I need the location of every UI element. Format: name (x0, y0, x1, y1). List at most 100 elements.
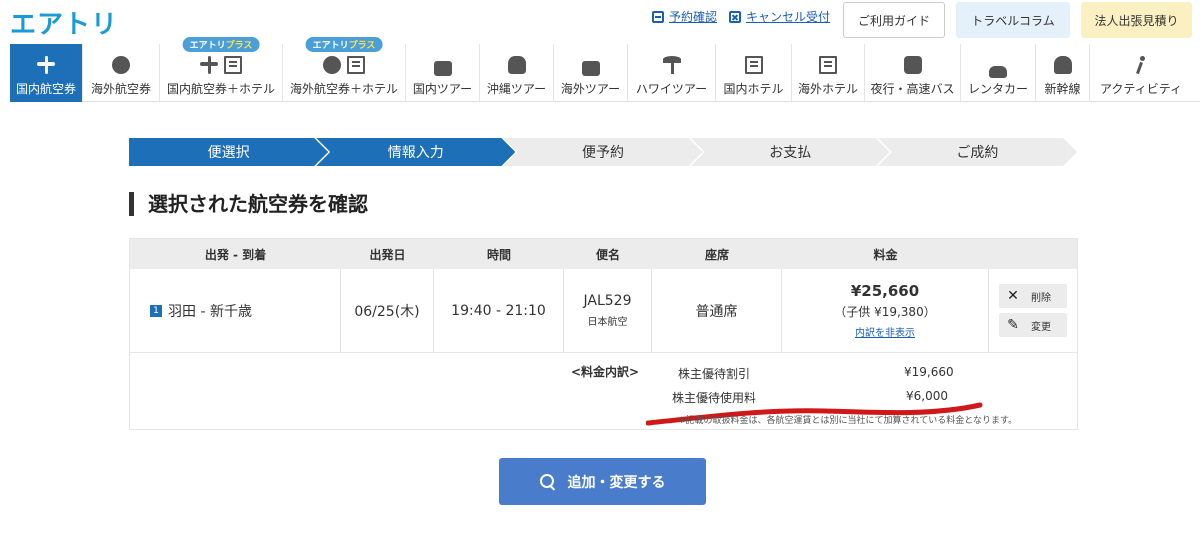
cancel-icon (729, 10, 742, 23)
pencil-icon: ✎ (1007, 317, 1019, 333)
delete-label: 削除 (1031, 292, 1051, 304)
nav-international-flight-hotel[interactable]: エアトリプラス 海外航空券＋ホテル (283, 37, 406, 102)
globe-plane-icon (112, 56, 130, 74)
runner-icon (1132, 56, 1150, 74)
header-time: 時間 (486, 247, 511, 262)
globe-plane-icon (323, 56, 341, 74)
badge-prefix: エアトリ (312, 41, 349, 51)
palm-icon (662, 56, 681, 74)
nav-domestic-flight-hotel[interactable]: エアトリプラス 国内航空券＋ホテル (160, 37, 283, 102)
nav-domestic-hotels[interactable]: 国内ホテル (716, 44, 792, 102)
nav-label: ハワイツアー (635, 82, 708, 96)
route-text: 羽田 - 新千歳 (168, 303, 252, 320)
nav-activities[interactable]: アクティビティ (1090, 44, 1192, 102)
time-cell: 19:40 - 21:10 (434, 269, 564, 352)
nav-okinawa-tours[interactable]: 沖縄ツアー (480, 44, 554, 102)
nav-label: 新幹線 (1044, 82, 1081, 96)
hotel-icon (224, 56, 242, 74)
nav-domestic-flights[interactable]: 国内航空券 (10, 44, 83, 102)
badge-suffix: プラス (225, 41, 253, 51)
calendar-icon (652, 10, 664, 23)
nav-label: 海外ツアー (560, 82, 621, 96)
nav-label: 海外航空券＋ホテル (289, 82, 398, 96)
fee-note: ※記載の取扱料金は、各航空運賃とは別に当社にて加算されている料金となります。 (678, 416, 1018, 426)
nav-international-flights[interactable]: 海外航空券 (83, 44, 160, 102)
plane-icon (37, 56, 55, 74)
car-icon (989, 66, 1007, 78)
airline-name: 日本航空 (587, 317, 628, 328)
discount-label: 株主優待割引 (678, 367, 751, 381)
hide-breakdown-link[interactable]: 内訳を非表示 (855, 324, 915, 339)
flight-table: 出発 - 到着 出発日 時間 便名 座席 料金 1 羽田 - 新千歳 06/25… (129, 238, 1078, 430)
route-cell: 1 羽田 - 新千歳 (130, 269, 341, 352)
suitcase-icon (433, 61, 452, 76)
nav-label: レンタカー (967, 82, 1028, 96)
hotel-icon (744, 56, 763, 74)
nav-label: 夜行・高速バス (870, 82, 955, 96)
row-number: 1 (150, 304, 162, 317)
nav-domestic-tours[interactable]: 国内ツアー (406, 44, 480, 102)
add-change-label: 追加・変更する (567, 474, 666, 491)
airtrip-plus-badge: エアトリプラス (182, 37, 260, 52)
main-nav: 国内航空券 海外航空券 エアトリプラス 国内航空券＋ホテル エアトリプラス 海外… (10, 37, 1200, 102)
breakdown-label: <料金内訳> (571, 365, 640, 379)
nav-label: 国内航空券 (15, 82, 76, 96)
nav-rental-car[interactable]: レンタカー (961, 44, 1036, 102)
hotel-icon (819, 56, 837, 74)
header-price: 料金 (873, 247, 898, 262)
top-links: 予約確認 キャンセル受付 (652, 8, 830, 25)
nav-label: 海外ホテル (797, 82, 858, 96)
progress-steps: 便選択 情報入力 便予約 お支払 ご成約 (129, 138, 1077, 166)
step-complete: ご成約 (878, 138, 1077, 166)
nav-highway-bus[interactable]: 夜行・高速バス (865, 44, 961, 102)
reservation-check-link[interactable]: 予約確認 (652, 8, 717, 25)
plane-icon (200, 56, 218, 74)
flight-cell: JAL529 日本航空 (564, 269, 652, 352)
header-date: 出発日 (369, 247, 406, 262)
nav-international-hotels[interactable]: 海外ホテル (792, 44, 865, 102)
guide-button[interactable]: ご利用ガイド (843, 2, 945, 38)
step-flight-select: 便選択 (129, 138, 328, 166)
train-icon (1053, 56, 1072, 74)
nav-international-tours[interactable]: 海外ツアー (554, 44, 628, 102)
actions-cell: ✕ 削除 ✎ 変更 (989, 269, 1077, 352)
logo[interactable]: エアトリ (10, 4, 118, 41)
reservation-check-label: 予約確認 (669, 10, 718, 24)
total-price: ¥25,660 (850, 282, 920, 300)
suitcase-icon (581, 61, 600, 76)
header-route: 出発 - 到着 (204, 247, 267, 262)
nav-label: 国内航空券＋ホテル (166, 82, 275, 96)
nav-label: 海外航空券 (90, 82, 151, 96)
cancel-link[interactable]: キャンセル受付 (729, 8, 830, 25)
nav-label: 沖縄ツアー (486, 82, 547, 96)
table-header: 出発 - 到着 出発日 時間 便名 座席 料金 (130, 239, 1077, 269)
step-info-input: 情報入力 (316, 138, 515, 166)
step-flight-reserve: 便予約 (503, 138, 702, 166)
child-price: （子供 ¥19,380） (834, 305, 936, 319)
travel-column-button[interactable]: トラベルコラム (956, 2, 1070, 38)
step-payment: お支払 (691, 138, 890, 166)
seat-cell: 普通席 (652, 269, 782, 352)
header-seat: 座席 (704, 247, 729, 262)
corporate-quote-button[interactable]: 法人出張見積り (1081, 2, 1192, 38)
price-cell: ¥25,660 （子供 ¥19,380） 内訳を非表示 (782, 269, 989, 352)
flight-number: JAL529 (583, 293, 632, 309)
nav-label: 国内ホテル (723, 82, 784, 96)
nav-shinkansen[interactable]: 新幹線 (1036, 44, 1090, 102)
table-row: 1 羽田 - 新千歳 06/25(木) 19:40 - 21:10 JAL529… (130, 269, 1077, 353)
delete-button[interactable]: ✕ 削除 (999, 284, 1067, 308)
hotel-icon (347, 56, 365, 74)
bus-icon (903, 56, 922, 74)
price-breakdown: <料金内訳> 株主優待割引 ¥19,660 株主優待使用料 ¥6,000 ※記載… (130, 353, 1077, 429)
badge-suffix: プラス (348, 41, 376, 51)
nav-hawaii-tours[interactable]: ハワイツアー (628, 44, 716, 102)
add-change-button[interactable]: 追加・変更する (499, 458, 706, 505)
close-icon: ✕ (1007, 288, 1019, 304)
page-title: 選択された航空券を確認 (129, 192, 368, 216)
cancel-label: キャンセル受付 (746, 10, 831, 24)
discount-value: ¥19,660 (904, 365, 954, 379)
date-cell: 06/25(木) (341, 269, 434, 352)
nav-label: 国内ツアー (412, 82, 473, 96)
change-button[interactable]: ✎ 変更 (999, 313, 1067, 337)
badge-prefix: エアトリ (189, 41, 226, 51)
